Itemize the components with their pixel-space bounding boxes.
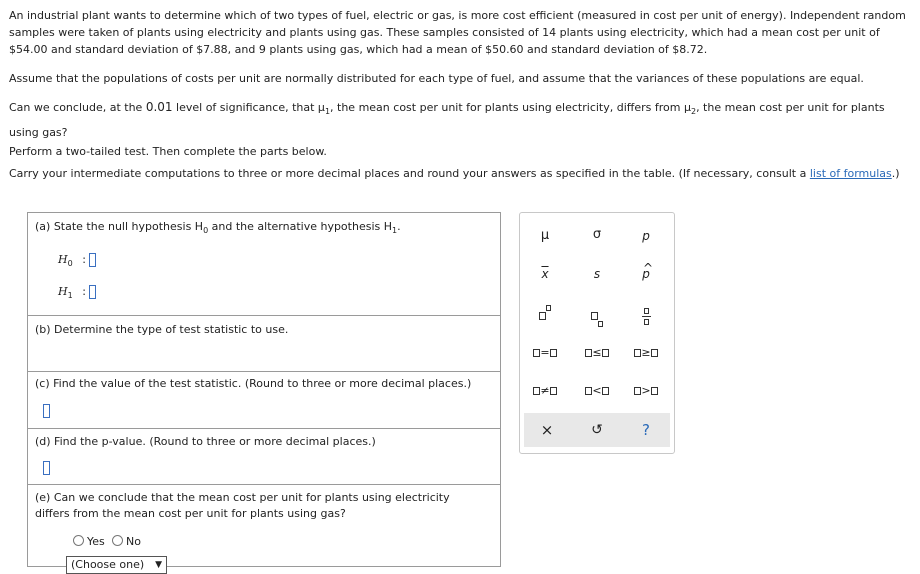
part-c-label: (c) Find the value of the test statistic… — [35, 377, 472, 390]
part-b-section: (b) Determine the type of test statistic… — [28, 315, 500, 372]
significance-level: 0.01 — [145, 100, 173, 114]
help-button[interactable]: ? — [626, 419, 666, 441]
equals-button[interactable]: = — [525, 342, 565, 364]
null-hypothesis-row: H0 : — [58, 253, 97, 268]
problem-paragraph-3: Can we conclude, at the 0.01 level of si… — [9, 100, 885, 140]
part-b-label: (b) Determine the type of test statistic… — [35, 323, 289, 336]
undo-icon: ↺ — [591, 422, 603, 438]
p-value-input[interactable] — [43, 461, 50, 475]
part-c-section: (c) Find the value of the test statistic… — [28, 371, 500, 429]
alt-hypothesis-row: H1 : — [58, 285, 97, 300]
help-icon: ? — [642, 421, 650, 439]
fraction-button[interactable] — [626, 305, 666, 327]
alt-hypothesis-input[interactable] — [89, 285, 97, 299]
problem-paragraph-4: Perform a two-tailed test. Then complete… — [9, 145, 327, 158]
s-button[interactable]: s — [577, 263, 617, 285]
not-equal-button[interactable]: ≠ — [525, 380, 565, 402]
palette-toolbar: × ↺ ? — [524, 413, 670, 447]
answer-panel: (a) State the null hypothesis H0 and the… — [27, 212, 501, 574]
part-d-section: (d) Find the p-value. (Round to three or… — [28, 428, 500, 485]
p-button[interactable]: p — [626, 225, 666, 247]
greater-than-button[interactable]: > — [626, 380, 666, 402]
problem-paragraph-1: An industrial plant wants to determine w… — [9, 9, 906, 56]
test-statistic-input[interactable] — [43, 404, 50, 418]
symbol-palette: μ σ p x s p ^ = ≤ ≥ ≠ < > × ↺ ? — [519, 212, 675, 454]
fraction-icon — [641, 307, 651, 325]
clear-button[interactable]: × — [527, 419, 567, 441]
no-option[interactable]: No — [112, 535, 141, 548]
no-radio[interactable] — [112, 535, 123, 546]
hat-icon: ^ — [643, 261, 654, 275]
superscript-icon — [539, 305, 551, 322]
problem-paragraph-5: Carry your intermediate computations to … — [9, 167, 900, 180]
part-d-label: (d) Find the p-value. (Round to three or… — [35, 435, 376, 448]
yes-option[interactable]: Yes — [73, 535, 105, 548]
part-e-label: (e) Can we conclude that the mean cost p… — [35, 491, 450, 520]
greater-equal-button[interactable]: ≥ — [626, 342, 666, 364]
less-equal-button[interactable]: ≤ — [577, 342, 617, 364]
sigma-button[interactable]: σ — [577, 224, 617, 246]
undo-button[interactable]: ↺ — [577, 419, 617, 441]
mu-button[interactable]: μ — [525, 225, 565, 247]
part-a-label: (a) State the null hypothesis H0 and the… — [35, 220, 401, 236]
close-icon: × — [540, 421, 554, 439]
yes-radio[interactable] — [73, 535, 84, 546]
subscript-button[interactable] — [577, 305, 617, 327]
less-than-button[interactable]: < — [577, 380, 617, 402]
null-hypothesis-input[interactable] — [89, 253, 97, 267]
superscript-button[interactable] — [525, 305, 565, 327]
part-e-section: (e) Can we conclude that the mean cost p… — [28, 484, 500, 567]
subscript-icon — [591, 309, 603, 327]
list-of-formulas-link[interactable]: list of formulas — [810, 167, 892, 180]
x-bar-button[interactable]: x — [525, 263, 565, 285]
problem-paragraph-2: Assume that the populations of costs per… — [9, 72, 864, 85]
p-hat-button[interactable]: p ^ — [626, 261, 666, 285]
